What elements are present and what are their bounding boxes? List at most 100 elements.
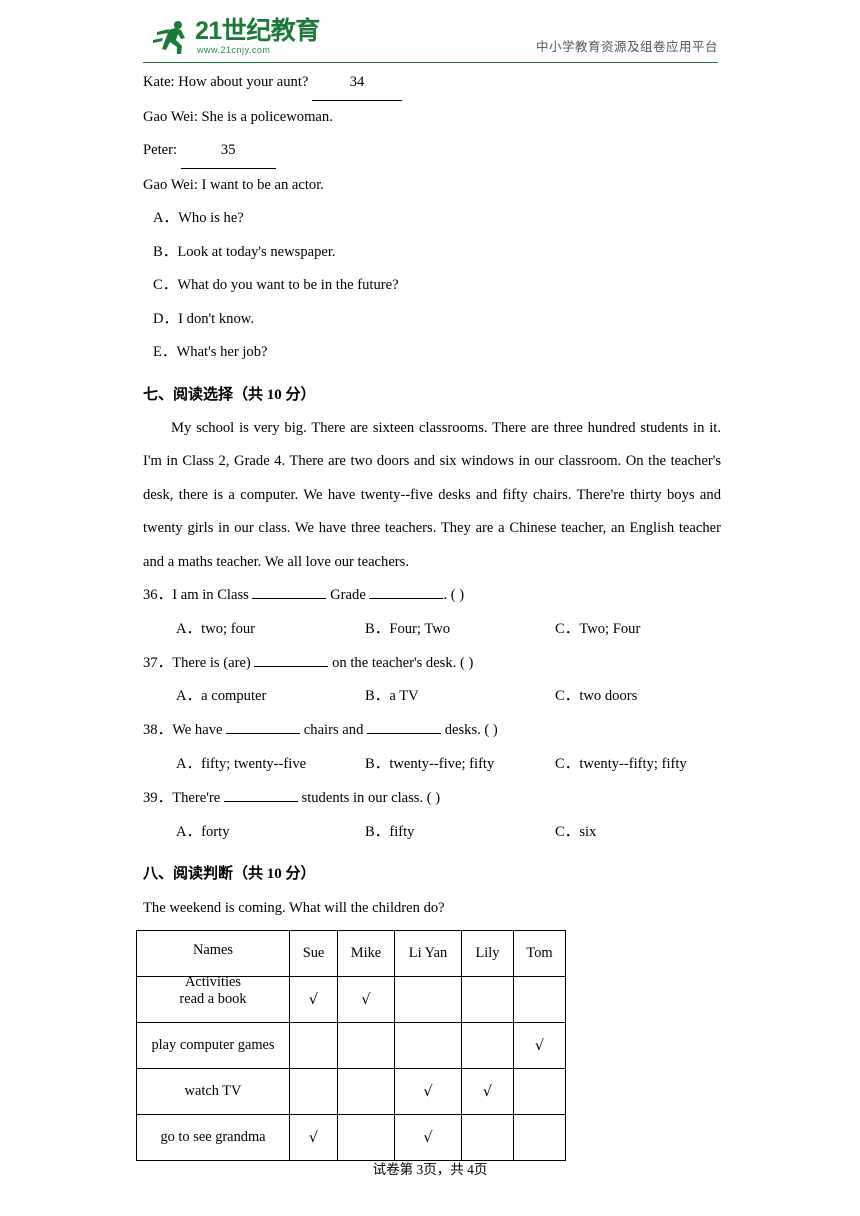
table-row: go to see grandma √ √ [136,1114,566,1162]
section-8-intro: The weekend is coming. What will the chi… [143,900,445,917]
page-footer: 试卷第 3页，共 4页 [372,1162,488,1177]
cell-mark: √ [289,1114,338,1162]
dialogue-line: Gao Wei: I want to be an actor. [143,169,721,203]
cell-mark: √ [513,1022,566,1070]
answer-blank-34: 34 [312,66,403,101]
question-37: 37．There is (are) on the teacher's desk.… [143,647,721,681]
logo-text: 21世纪教育 [195,17,320,45]
dialogue-line: Kate: How about your aunt? 34 [143,66,721,101]
question-38-options: A．fifty; twenty--five B．twenty--five; fi… [143,748,721,782]
answer-blank [367,733,442,735]
document-content: Kate: How about your aunt? 34 Gao Wei: S… [136,66,721,1162]
cell-mark: √ [289,976,338,1024]
cell-empty [461,976,514,1024]
option-a: A．forty [176,823,230,840]
cell-mark: √ [394,1068,462,1116]
table-corner-cell: Names Activities [136,930,290,990]
column-header-sue: Sue [289,930,338,978]
weekend-activities-table: Names Activities Sue Mike Li Yan Lily To… [136,930,566,1162]
row-label: watch TV [136,1068,290,1116]
question-36-options: A．two; four B．Four; Two C．Two; Four [143,613,721,647]
page: 21世纪教育 www.21cnjy.com 中小学教育资源及组卷应用平台 Kat… [0,0,860,1216]
question-text-after: . ( ) [443,587,465,603]
row-label: go to see grandma [136,1114,290,1162]
question-text: I am in Class [172,587,249,603]
question-text-mid: chairs and [303,722,364,739]
section-7-passage: My school is very big. There are sixteen… [143,419,721,570]
header-slogan: 中小学教育资源及组卷应用平台 [535,39,718,54]
dialogue-speaker-text: Gao Wei: I want to be an actor. [143,176,324,193]
dialogue-choice: A．Who is he? [153,210,244,226]
question-text-after: on the teacher's desk. ( ) [332,654,474,671]
cell-empty [289,1022,338,1070]
question-number: 39． [143,789,173,806]
cell-mark: √ [394,1114,462,1162]
dialogue-speaker-text: Kate: How about your aunt? [143,74,309,90]
dialogue-choice: E．What's her job? [153,344,268,360]
cell-empty [513,1068,566,1116]
column-header-tom: Tom [513,930,566,978]
header-divider [143,62,718,63]
option-c: C．six [555,823,597,840]
option-b: B．a TV [365,688,419,705]
table-header-row: Names Activities Sue Mike Li Yan Lily To… [136,930,566,990]
answer-blank [369,598,444,599]
question-text-after: students in our class. ( ) [301,789,441,806]
question-38: 38．We have chairs and desks. ( ) [143,714,721,748]
option-c: C．two doors [555,688,638,705]
cell-empty [461,1022,514,1070]
cell-empty [337,1114,395,1162]
option-a: A．fifty; twenty--five [176,755,307,772]
option-a: A．two; four [176,620,256,637]
question-36: 36．I am in Class Grade . ( ) [143,579,721,613]
cell-empty [394,976,462,1024]
column-header-lily: Lily [461,930,514,978]
cell-mark: √ [461,1068,514,1116]
cell-empty [513,976,566,1024]
dialogue-choice: C．What do you want to be in the future? [153,277,399,293]
answer-blank [252,598,327,599]
cell-empty [461,1114,514,1162]
question-text: There're [172,789,221,806]
question-text-after: desks. ( ) [444,722,498,739]
column-header-liyan: Li Yan [394,930,462,978]
option-c: C．Two; Four [555,620,641,637]
option-b: B．fifty [365,823,415,840]
table-row: watch TV √ √ [136,1068,566,1116]
table-row: play computer games √ [136,1022,566,1070]
question-text: We have [172,722,223,739]
question-number: 38． [143,722,173,739]
option-c: C．twenty--fifty; fifty [555,755,687,772]
dialogue-choice: B．Look at today's newspaper. [153,243,336,260]
logo-url: www.21cnjy.com [197,45,271,55]
answer-blank [254,665,329,667]
cell-empty [513,1114,566,1162]
dialogue-line: Peter: 35 [143,134,721,169]
dialogue-speaker-text: Gao Wei: She is a policewoman. [143,108,333,125]
cell-empty [289,1068,338,1116]
dialogue-line: Gao Wei: She is a policewoman. [143,101,721,135]
cell-mark: √ [337,976,395,1024]
answer-blank-35: 35 [180,134,276,169]
question-text-mid: Grade [330,587,366,603]
cell-empty [337,1068,395,1116]
answer-blank [226,733,301,735]
page-header: 21世纪教育 www.21cnjy.com 中小学教育资源及组卷应用平台 [143,14,718,63]
cell-empty [394,1022,462,1070]
cell-empty [337,1022,395,1070]
question-39: 39．There're students in our class. ( ) [143,782,721,816]
question-number: 36． [143,587,173,603]
dialogue-choice: D．I don't know. [153,310,254,327]
option-b: B．Four; Two [365,620,451,637]
option-a: A．a computer [176,688,267,705]
column-header-mike: Mike [337,930,395,978]
question-37-options: A．a computer B．a TV C．two doors [143,680,721,714]
row-label: play computer games [136,1022,290,1070]
question-text: There is (are) [172,654,251,671]
answer-blank [223,800,298,802]
section-8-title: 八、阅读判断（共 10 分） [143,866,316,883]
runner-icon [153,21,185,54]
corner-names-label: Names [193,942,233,959]
question-39-options: A．forty B．fifty C．six [143,816,721,850]
option-b: B．twenty--five; fifty [365,755,495,772]
